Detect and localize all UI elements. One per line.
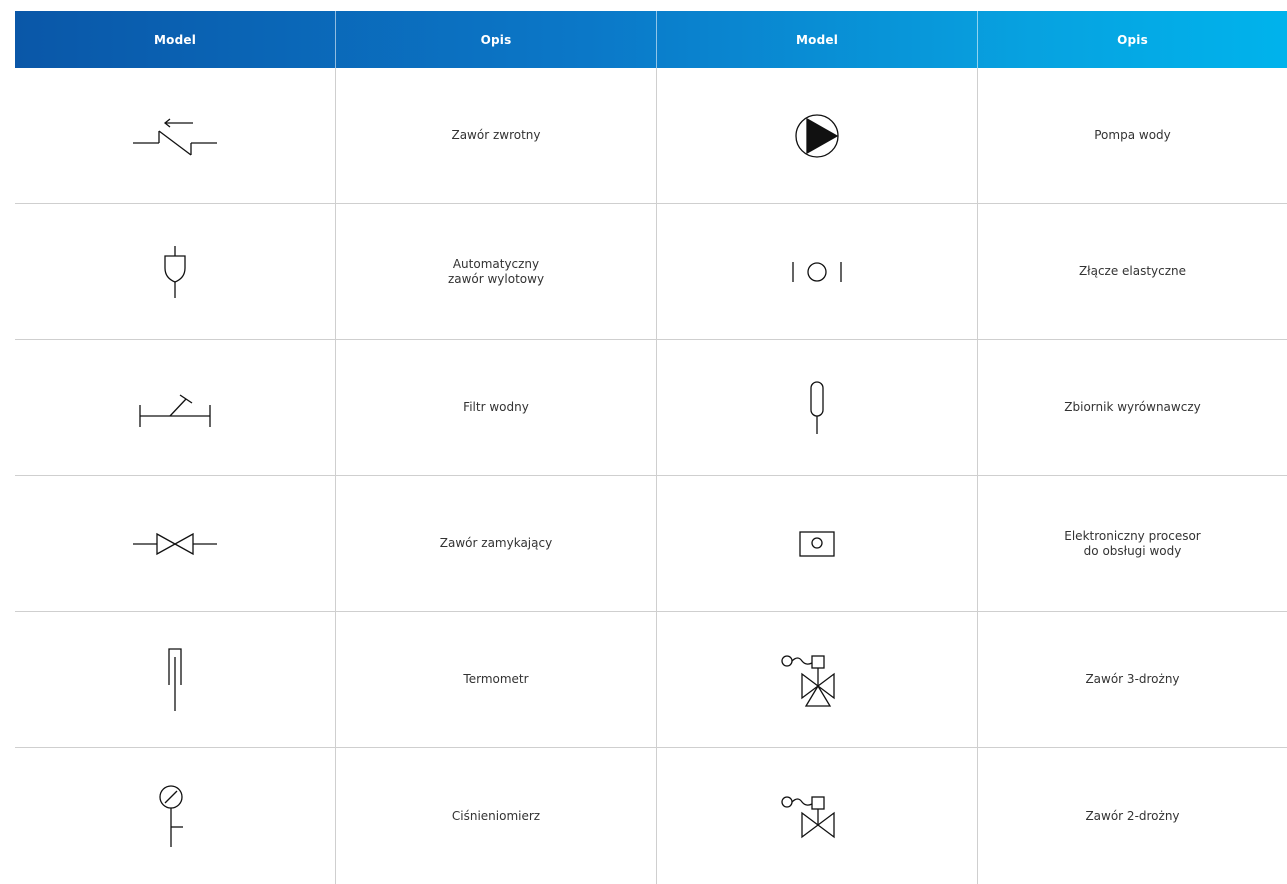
pressure-gauge-icon	[159, 785, 183, 847]
description-text: Zawór zamykający	[439, 536, 553, 550]
model-cell	[657, 204, 978, 339]
description-cell: Elektroniczny procesor do obsługi wody	[978, 476, 1287, 611]
model-cell	[15, 612, 336, 747]
description-cell: Automatyczny zawór wylotowy	[336, 204, 657, 339]
water-pump-icon	[795, 113, 839, 158]
header-model-2: Model	[657, 11, 978, 68]
table-row: Filtr wodny Zbiornik wyrównawczy	[15, 340, 1287, 476]
symbols-table: Model Opis Model Opis Zawór zwrotny Pomp…	[15, 11, 1287, 884]
model-cell	[15, 68, 336, 203]
expansion-tank-icon	[810, 380, 824, 434]
description-cell: Złącze elastyczne	[978, 204, 1287, 339]
table-row: Termometr Zawór 3-drożny	[15, 612, 1287, 748]
thermometer-icon	[168, 647, 182, 711]
description-text: Automatyczny zawór wylotowy	[447, 256, 545, 286]
description-cell: Termometr	[336, 612, 657, 747]
table-row: Zawór zamykający Elektroniczny procesor …	[15, 476, 1287, 612]
description-text: Filtr wodny	[463, 400, 529, 414]
three-way-valve-icon	[781, 654, 835, 707]
header-opis-2: Opis	[1117, 32, 1148, 47]
description-cell: Filtr wodny	[336, 340, 657, 475]
description-text: Zawór 3-drożny	[1085, 672, 1180, 686]
model-cell	[657, 340, 978, 475]
two-way-valve-icon	[781, 796, 835, 839]
model-cell	[657, 476, 978, 611]
description-text: Ciśnieniomierz	[451, 808, 541, 823]
model-cell	[15, 340, 336, 475]
check-valve-icon	[133, 117, 217, 156]
table-row: Automatyczny zawór wylotowy Złącze elast…	[15, 204, 1287, 340]
table-header: Model Opis Model Opis	[15, 11, 1287, 68]
table-row: Zawór zwrotny Pompa wody	[15, 68, 1287, 204]
description-text: Pompa wody	[1094, 128, 1171, 142]
description-cell: Ciśnieniomierz	[336, 748, 657, 884]
model-cell	[15, 204, 336, 339]
model-cell	[657, 612, 978, 747]
description-text: Zbiornik wyrównawczy	[1064, 400, 1201, 414]
model-cell	[15, 476, 336, 611]
description-cell: Zbiornik wyrównawczy	[978, 340, 1287, 475]
water-filter-icon	[139, 393, 211, 427]
description-cell: Pompa wody	[978, 68, 1287, 203]
header-model-1: Model	[15, 11, 336, 68]
description-cell: Zawór zamykający	[336, 476, 657, 611]
description-text: Zawór 2-drożny	[1085, 808, 1180, 823]
automatic-air-vent-icon	[164, 245, 186, 298]
description-cell: Zawór 3-drożny	[978, 612, 1287, 747]
shutoff-valve-icon	[133, 532, 217, 555]
description-text: Złącze elastyczne	[1078, 264, 1187, 278]
model-cell	[657, 68, 978, 203]
model-cell	[15, 748, 336, 884]
model-cell	[657, 748, 978, 884]
description-text: Elektroniczny procesor do obsługi wody	[1064, 528, 1201, 558]
electronic-processor-icon	[799, 530, 835, 557]
description-text: Termometr	[463, 672, 529, 686]
description-text: Zawór zwrotny	[451, 128, 541, 142]
description-cell: Zawór 2-drożny	[978, 748, 1287, 884]
flexible-joint-icon	[792, 261, 842, 282]
description-cell: Zawór zwrotny	[336, 68, 657, 203]
header-opis-1: Opis	[336, 11, 657, 68]
table-row: Ciśnieniomierz Zawór 2-drożny	[15, 748, 1287, 884]
